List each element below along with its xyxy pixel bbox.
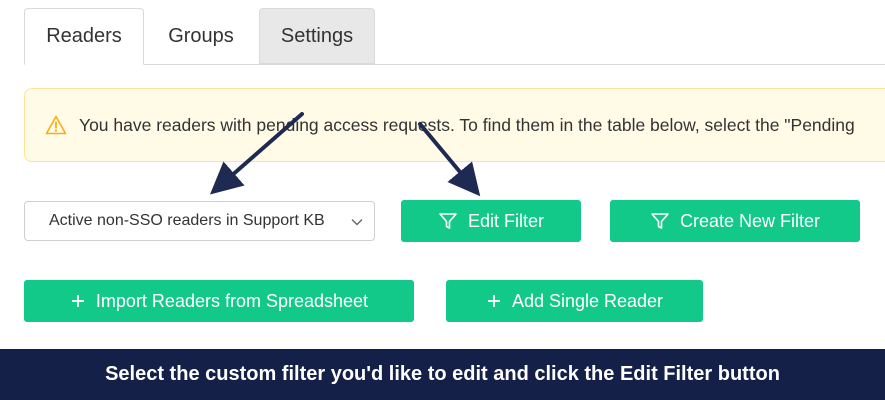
alert-message: You have readers with pending access req… (79, 114, 855, 135)
plus-icon (70, 293, 86, 309)
create-new-filter-label: Create New Filter (679, 210, 821, 231)
tab-groups-label: Groups (168, 24, 234, 47)
add-single-reader-label: Add Single Reader (511, 290, 664, 311)
tab-bar: Readers Groups Settings (24, 8, 885, 65)
warning-icon (45, 115, 67, 135)
filter-icon (650, 211, 670, 231)
chevron-down-icon (350, 215, 364, 229)
import-readers-button[interactable]: Import Readers from Spreadsheet (24, 280, 414, 322)
tab-settings-label: Settings (280, 24, 354, 47)
instruction-caption: Select the custom filter you'd like to e… (0, 349, 885, 400)
pending-requests-alert: You have readers with pending access req… (24, 88, 885, 162)
create-new-filter-button[interactable]: Create New Filter (610, 200, 860, 242)
filter-select[interactable]: Active non-SSO readers in Support KB (24, 201, 375, 241)
tab-readers[interactable]: Readers (24, 8, 144, 65)
instruction-caption-text: Select the custom filter you'd like to e… (105, 363, 780, 385)
tab-readers-label: Readers (46, 25, 122, 47)
edit-filter-label: Edit Filter (467, 210, 545, 231)
edit-filter-button[interactable]: Edit Filter (401, 200, 581, 242)
add-single-reader-button[interactable]: Add Single Reader (446, 280, 703, 322)
tab-groups[interactable]: Groups (148, 8, 254, 64)
import-readers-label: Import Readers from Spreadsheet (95, 290, 369, 311)
filter-icon (438, 211, 458, 231)
filter-select-value: Active non-SSO readers in Support KB (49, 212, 325, 229)
tab-settings[interactable]: Settings (259, 8, 375, 64)
plus-icon (486, 293, 502, 309)
